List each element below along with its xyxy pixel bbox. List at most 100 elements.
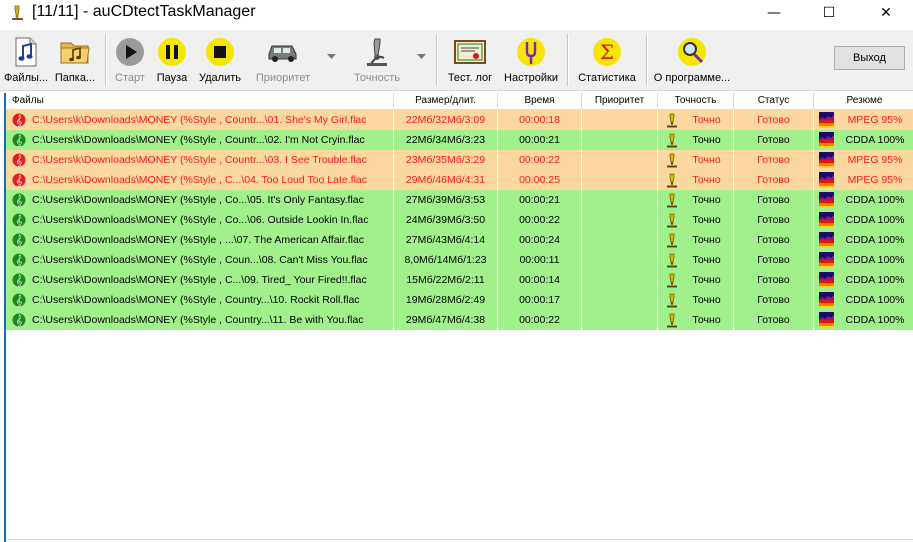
spectrum-icon xyxy=(819,172,834,188)
cell-file: C:\Users\k\Downloads\MONEY (%Style , C..… xyxy=(6,170,394,190)
precision-microscope-icon xyxy=(667,313,677,328)
cell-priority xyxy=(582,290,658,310)
table-row[interactable]: C:\Users\k\Downloads\MONEY (%Style , Co.… xyxy=(6,210,913,230)
certificate-icon xyxy=(453,35,487,69)
microscope-icon xyxy=(360,35,394,69)
precision-microscope-icon xyxy=(667,153,677,168)
cell-status: Готово xyxy=(734,170,814,190)
exit-button[interactable]: Выход xyxy=(834,46,905,70)
table-row[interactable]: C:\Users\k\Downloads\MONEY (%Style , Co.… xyxy=(6,190,913,210)
svg-text:𝄞: 𝄞 xyxy=(16,255,23,268)
cell-priority xyxy=(582,110,658,130)
svg-text:𝄞: 𝄞 xyxy=(16,215,23,228)
cell-file: C:\Users\k\Downloads\MONEY (%Style , Co.… xyxy=(6,190,394,210)
delete-label: Удалить xyxy=(199,72,241,84)
statistics-label: Статистика xyxy=(578,72,636,84)
cell-priority xyxy=(582,210,658,230)
table-row[interactable]: C:\Users\k\Downloads\MONEY (%Style , Cou… xyxy=(6,150,913,170)
header-status[interactable]: Статус xyxy=(734,93,814,109)
table-row[interactable]: C:\Users\k\Downloads\MONEY (%Style , Cou… xyxy=(6,310,913,330)
cell-status: Готово xyxy=(734,150,814,170)
close-button[interactable]: ✕ xyxy=(863,0,909,26)
precision-microscope-icon xyxy=(667,253,677,268)
folder-button[interactable]: Папка... xyxy=(50,30,100,90)
cell-file: C:\Users\k\Downloads\MONEY (%Style , Co.… xyxy=(6,210,394,230)
cell-status: Готово xyxy=(734,130,814,150)
settings-label: Настройки xyxy=(504,72,558,84)
test-log-label: Тест. лог xyxy=(447,72,493,84)
header-priority[interactable]: Приоритет xyxy=(582,93,658,109)
toolbar: Файлы... Папка... Старт Пауза Удалить Пр… xyxy=(0,30,913,91)
files-button[interactable]: Файлы... xyxy=(4,30,48,90)
cell-file: C:\Users\k\Downloads\MONEY (%Style , C..… xyxy=(6,270,394,290)
precision-microscope-icon xyxy=(667,213,677,228)
statistics-button[interactable]: Σ Статистика xyxy=(574,30,640,90)
mpeg-file-icon: 𝄞 xyxy=(12,113,26,127)
cell-file: C:\Users\k\Downloads\MONEY (%Style , Cou… xyxy=(6,130,394,150)
start-label: Старт xyxy=(115,72,145,84)
toolbar-separator xyxy=(567,34,569,86)
spectrum-icon xyxy=(819,132,834,148)
mpeg-file-icon: 𝄞 xyxy=(12,153,26,167)
cell-priority xyxy=(582,190,658,210)
cdda-file-icon: 𝄞 xyxy=(12,313,26,327)
title-bar[interactable]: [11/11] - auCDtectTaskManager — ☐ ✕ xyxy=(0,0,913,26)
cell-time: 00:00:21 xyxy=(498,190,582,210)
cell-file: C:\Users\k\Downloads\MONEY (%Style , Cou… xyxy=(6,290,394,310)
cell-file: C:\Users\k\Downloads\MONEY (%Style , ...… xyxy=(6,230,394,250)
minimize-button[interactable]: — xyxy=(751,0,797,26)
svg-text:𝄞: 𝄞 xyxy=(16,235,23,248)
table-row[interactable]: C:\Users\k\Downloads\MONEY (%Style , C..… xyxy=(6,270,913,290)
cell-time: 00:00:11 xyxy=(498,250,582,270)
spectrum-icon xyxy=(819,252,834,268)
priority-dropdown-arrow[interactable] xyxy=(327,54,336,60)
header-files[interactable]: Файлы xyxy=(6,93,394,109)
start-button[interactable]: Старт xyxy=(112,30,148,90)
table-row[interactable]: C:\Users\k\Downloads\MONEY (%Style , Cou… xyxy=(6,250,913,270)
test-log-button[interactable]: Тест. лог xyxy=(443,30,497,90)
priority-label: Приоритет xyxy=(255,72,311,84)
cell-status: Готово xyxy=(734,190,814,210)
about-button[interactable]: О программе... xyxy=(653,30,731,90)
table-row[interactable]: C:\Users\k\Downloads\MONEY (%Style , Cou… xyxy=(6,130,913,150)
header-precision[interactable]: Точность xyxy=(658,93,734,109)
precision-microscope-icon xyxy=(667,133,677,148)
task-grid: Файлы Размер/длит. Время Приоритет Точно… xyxy=(4,93,913,542)
cdda-file-icon: 𝄞 xyxy=(12,233,26,247)
cell-status: Готово xyxy=(734,230,814,250)
header-time[interactable]: Время xyxy=(498,93,582,109)
settings-button[interactable]: Настройки xyxy=(502,30,560,90)
cell-time: 00:00:18 xyxy=(498,110,582,130)
cell-priority xyxy=(582,250,658,270)
cell-size: 27Мб/39Мб/3:53 xyxy=(394,190,498,210)
cdda-file-icon: 𝄞 xyxy=(12,213,26,227)
cdda-file-icon: 𝄞 xyxy=(12,193,26,207)
precision-button[interactable]: Точность xyxy=(350,30,404,90)
window-title: [11/11] - auCDtectTaskManager xyxy=(32,3,256,20)
delete-button[interactable]: Удалить xyxy=(196,30,244,90)
priority-button[interactable]: Приоритет xyxy=(252,30,314,90)
cell-status: Готово xyxy=(734,250,814,270)
maximize-button[interactable]: ☐ xyxy=(806,0,852,26)
precision-dropdown-arrow[interactable] xyxy=(417,54,426,60)
cell-file: C:\Users\k\Downloads\MONEY (%Style , Cou… xyxy=(6,110,394,130)
cell-priority xyxy=(582,150,658,170)
cell-time: 00:00:25 xyxy=(498,170,582,190)
svg-text:𝄞: 𝄞 xyxy=(16,195,23,208)
spectrum-icon xyxy=(819,192,834,208)
pause-button[interactable]: Пауза xyxy=(154,30,190,90)
mpeg-file-icon: 𝄞 xyxy=(12,173,26,187)
table-row[interactable]: C:\Users\k\Downloads\MONEY (%Style , C..… xyxy=(6,170,913,190)
table-row[interactable]: C:\Users\k\Downloads\MONEY (%Style , ...… xyxy=(6,230,913,250)
cell-priority xyxy=(582,310,658,330)
header-summary[interactable]: Резюме xyxy=(814,93,913,109)
svg-text:𝄞: 𝄞 xyxy=(16,295,23,308)
cell-time: 00:00:24 xyxy=(498,230,582,250)
table-row[interactable]: C:\Users\k\Downloads\MONEY (%Style , Cou… xyxy=(6,110,913,130)
cell-size: 29Мб/46Мб/4:31 xyxy=(394,170,498,190)
precision-microscope-icon xyxy=(667,293,677,308)
header-size[interactable]: Размер/длит. xyxy=(394,93,498,109)
table-row[interactable]: C:\Users\k\Downloads\MONEY (%Style , Cou… xyxy=(6,290,913,310)
svg-text:𝄞: 𝄞 xyxy=(16,275,23,288)
grid-bottom-border xyxy=(6,539,913,540)
